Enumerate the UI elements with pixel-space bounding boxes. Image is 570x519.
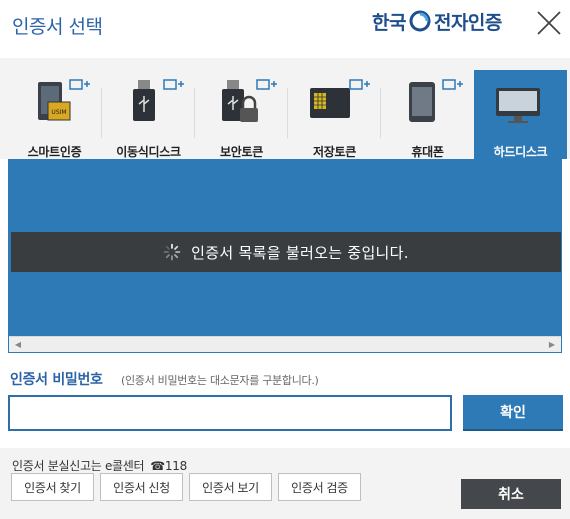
tab-label: 스마트인증 — [27, 145, 82, 159]
find-cert-button[interactable]: 인증서 찾기 — [11, 473, 94, 501]
password-input[interactable] — [8, 395, 452, 431]
password-label: 인증서 비밀번호 — [10, 372, 103, 388]
dialog-footer: 인증서 분실신고는 e콜센터 ☎ 118 인증서 찾기 인증서 신청 인증서 보… — [0, 448, 570, 519]
hard-disk-icon — [496, 88, 540, 123]
tab-hard-disk[interactable]: 하드디스크 — [474, 70, 567, 159]
tab-storage-token[interactable]: 저장토큰 — [288, 70, 381, 159]
usb-drive-icon — [133, 79, 184, 121]
mobile-phone-icon — [409, 79, 463, 122]
tab-usb-drive[interactable]: 이동식디스크 — [102, 70, 195, 159]
certificate-list[interactable]: 인증서 목록을 불러오는 중입니다. ◀ ▶ — [8, 159, 562, 353]
horizontal-scrollbar[interactable]: ◀ ▶ — [9, 336, 561, 352]
brand-mark-icon — [409, 10, 431, 32]
lost-report-notice: 인증서 분실신고는 e콜센터 ☎ 118 — [12, 457, 187, 474]
phone-number: 118 — [164, 458, 187, 473]
scroll-left-icon[interactable]: ◀ — [13, 340, 23, 350]
storage-token-icon — [310, 79, 370, 118]
brand-text-post: 전자인증 — [433, 11, 502, 34]
tab-mobile-phone[interactable]: 휴대폰 — [381, 70, 474, 159]
tab-smart-auth[interactable]: USIM 스마트인증 — [8, 70, 101, 159]
svg-text:USIM: USIM — [51, 109, 66, 116]
close-icon[interactable] — [533, 7, 565, 39]
brand-text-pre: 한국 — [372, 11, 406, 34]
loading-indicator: 인증서 목록을 불러오는 중입니다. — [11, 232, 561, 272]
password-hint: (인증서 비밀번호는 대소문자를 구분합니다.) — [121, 374, 319, 387]
media-tab-bar: USIM 스마트인증 이동식디스크 보안토큰 저장토큰 휴대폰 하드디스크 — [0, 58, 570, 159]
phone-icon: ☎ — [150, 458, 165, 473]
tab-label: 하드디스크 — [493, 145, 548, 159]
dialog-title: 인증서 선택 — [12, 16, 103, 38]
loading-spinner-icon — [163, 243, 181, 261]
tab-label: 저장토큰 — [313, 145, 356, 159]
smart-auth-icon: USIM — [38, 79, 90, 121]
tab-label: 이동식디스크 — [116, 145, 181, 159]
scroll-right-icon[interactable]: ▶ — [547, 340, 557, 350]
apply-cert-button[interactable]: 인증서 신청 — [100, 473, 183, 501]
cancel-button[interactable]: 취소 — [461, 479, 561, 509]
verify-cert-button[interactable]: 인증서 검증 — [278, 473, 361, 501]
confirm-button[interactable]: 확인 — [463, 395, 563, 431]
loading-message: 인증서 목록을 불러오는 중입니다. — [191, 243, 409, 262]
tab-security-token[interactable]: 보안토큰 — [195, 70, 288, 159]
tab-label: 휴대폰 — [411, 145, 444, 159]
security-token-icon — [222, 79, 277, 122]
brand-logo: 한국 전자인증 — [372, 8, 502, 34]
lost-report-text: 인증서 분실신고는 e콜센터 — [12, 459, 145, 473]
view-cert-button[interactable]: 인증서 보기 — [189, 473, 272, 501]
tab-label: 보안토큰 — [220, 145, 263, 159]
dialog-header: 인증서 선택 한국 전자인증 — [0, 0, 570, 52]
